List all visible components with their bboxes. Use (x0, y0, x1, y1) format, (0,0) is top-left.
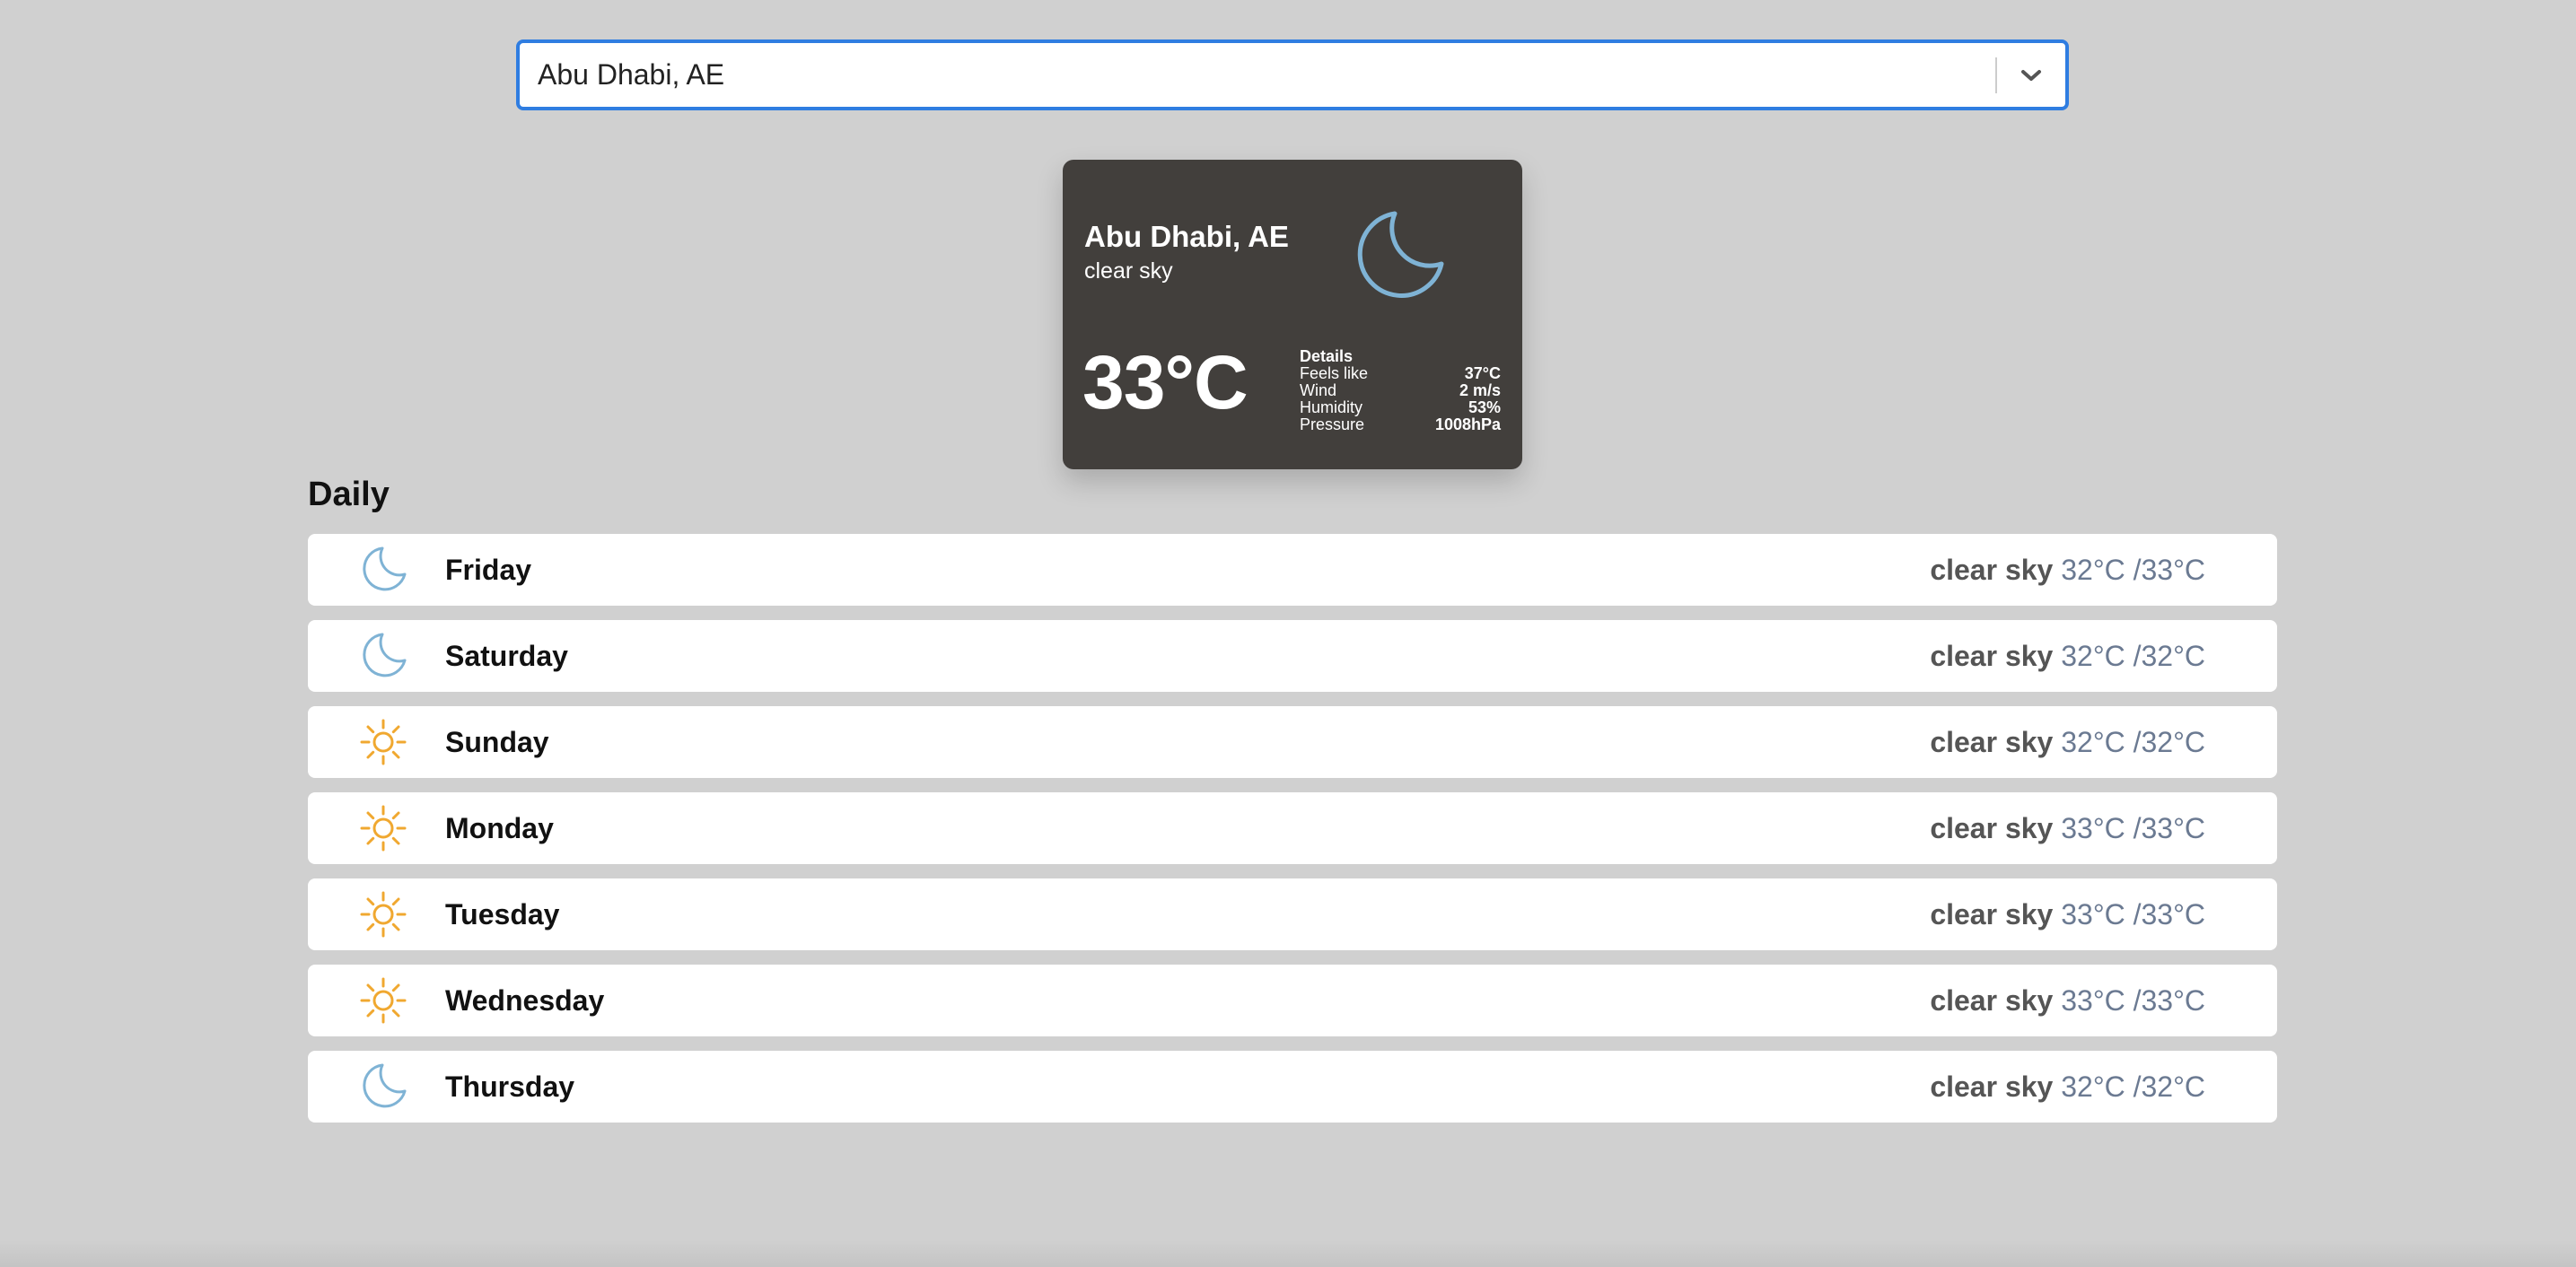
day-description: clear sky (1930, 725, 2054, 758)
detail-value: 53% (1468, 398, 1501, 416)
moon-icon (356, 629, 410, 683)
day-description: clear sky (1930, 897, 2054, 931)
bottom-shade (0, 1240, 2576, 1267)
details-panel: Details Feels like 37°C Wind 2 m/s Humid… (1300, 348, 1501, 433)
day-description: clear sky (1930, 1070, 2054, 1103)
day-summary: clear sky 33°C /33°C (1930, 898, 2205, 931)
forecast-row-monday[interactable]: Monday clear sky 33°C /33°C (308, 792, 2277, 864)
day-summary: clear sky 32°C /32°C (1930, 726, 2205, 759)
day-temperatures: 33°C /33°C (2061, 897, 2205, 931)
forecast-row-wednesday[interactable]: Wednesday clear sky 33°C /33°C (308, 965, 2277, 1036)
day-name: Monday (445, 811, 554, 844)
sun-icon (356, 974, 410, 1027)
day-description: clear sky (1930, 553, 2054, 586)
day-summary: clear sky 33°C /33°C (1930, 812, 2205, 845)
day-description: clear sky (1930, 983, 2054, 1017)
current-description: clear sky (1084, 258, 1173, 284)
detail-value: 37°C (1464, 364, 1501, 382)
day-name: Tuesday (445, 897, 560, 931)
detail-label: Wind (1300, 381, 1337, 399)
current-temperature: 33°C (1082, 340, 1249, 424)
day-temperatures: 32°C /32°C (2061, 1070, 2205, 1103)
day-summary: clear sky 32°C /32°C (1930, 1070, 2205, 1104)
current-city: Abu Dhabi, AE (1084, 220, 1289, 253)
city-search-select[interactable]: Abu Dhabi, AE (516, 39, 2069, 110)
day-temperatures: 32°C /33°C (2061, 553, 2205, 586)
day-temperatures: 33°C /33°C (2061, 983, 2205, 1017)
chevron-down-icon (2021, 69, 2041, 81)
day-summary: clear sky 32°C /33°C (1930, 554, 2205, 587)
day-name: Saturday (445, 639, 568, 672)
day-summary: clear sky 33°C /33°C (1930, 984, 2205, 1018)
forecast-row-tuesday[interactable]: Tuesday clear sky 33°C /33°C (308, 878, 2277, 950)
forecast-row-sunday[interactable]: Sunday clear sky 32°C /32°C (308, 706, 2277, 778)
moon-icon (356, 1060, 410, 1114)
daily-title: Daily (308, 476, 390, 513)
detail-value: 1008hPa (1434, 415, 1501, 433)
detail-label: Pressure (1300, 415, 1365, 433)
current-weather-card: Abu Dhabi, AE clear sky 33°C Details Fee… (1063, 160, 1522, 469)
detail-label: Feels like (1300, 364, 1369, 382)
forecast-row-thursday[interactable]: Thursday clear sky 32°C /32°C (308, 1051, 2277, 1123)
moon-icon (1357, 211, 1444, 298)
details-title: Details (1300, 347, 1354, 365)
day-name: Thursday (445, 1070, 575, 1103)
sun-icon (356, 887, 410, 941)
day-temperatures: 32°C /32°C (2061, 639, 2205, 672)
detail-label: Humidity (1300, 398, 1363, 416)
day-summary: clear sky 32°C /32°C (1930, 640, 2205, 673)
day-description: clear sky (1930, 639, 2054, 672)
detail-value: 2 m/s (1459, 381, 1501, 399)
dropdown-toggle[interactable] (1997, 43, 2065, 107)
day-description: clear sky (1930, 811, 2054, 844)
sun-icon (356, 801, 410, 855)
sun-icon (356, 715, 410, 769)
day-name: Friday (445, 553, 532, 586)
forecast-row-saturday[interactable]: Saturday clear sky 32°C /32°C (308, 620, 2277, 692)
day-name: Sunday (445, 725, 549, 758)
daily-forecast-list: Friday clear sky 32°C /33°C Saturday cle… (308, 534, 2277, 1137)
search-input[interactable]: Abu Dhabi, AE (520, 58, 1995, 92)
detail-row-humidity: Humidity 53% (1300, 399, 1501, 416)
day-name: Wednesday (445, 983, 605, 1017)
moon-icon (356, 543, 410, 597)
day-temperatures: 33°C /33°C (2061, 811, 2205, 844)
detail-row-pressure: Pressure 1008hPa (1300, 416, 1501, 433)
detail-row-wind: Wind 2 m/s (1300, 382, 1501, 399)
forecast-row-friday[interactable]: Friday clear sky 32°C /33°C (308, 534, 2277, 606)
day-temperatures: 32°C /32°C (2061, 725, 2205, 758)
detail-row-feels-like: Feels like 37°C (1300, 365, 1501, 382)
